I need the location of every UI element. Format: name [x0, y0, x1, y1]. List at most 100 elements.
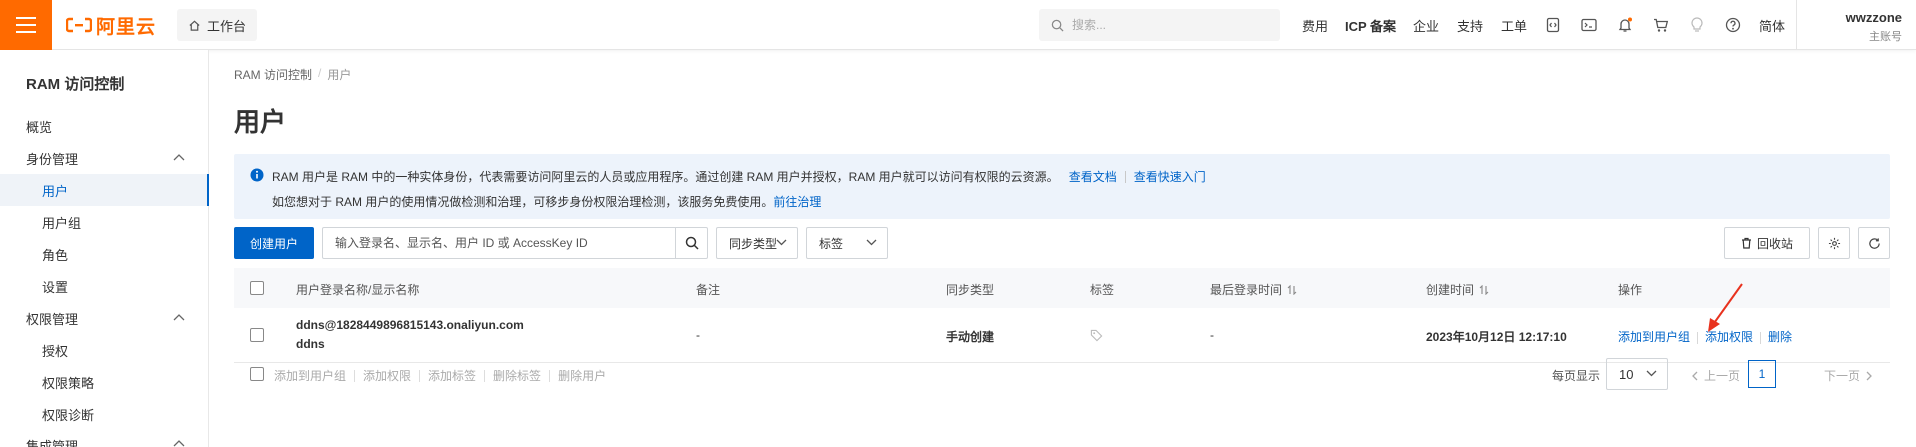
prev-page-button[interactable]: 上一页	[1692, 367, 1740, 384]
sidebar-item-user-groups[interactable]: 用户组	[0, 206, 209, 238]
user-search-input[interactable]	[323, 228, 663, 258]
col-header-label: 用户登录名称/显示名称	[296, 283, 420, 297]
sidebar-item-settings[interactable]: 设置	[0, 270, 209, 302]
bulk-add-to-group[interactable]: 添加到用户组	[274, 367, 346, 384]
breadcrumb-current: 用户	[327, 68, 352, 82]
aliyun-logo[interactable]: 阿里云	[66, 14, 157, 38]
search-icon	[685, 236, 699, 250]
cart-icon[interactable]	[1651, 15, 1671, 35]
breadcrumb-ram[interactable]: RAM 访问控制	[234, 66, 312, 83]
bulk-divider	[354, 369, 356, 382]
home-icon	[189, 20, 200, 31]
sidebar-item-policies[interactable]: 权限策略	[0, 366, 209, 398]
bulk-remove-tag[interactable]: 删除标签	[493, 367, 541, 384]
page-number-current[interactable]: 1	[1748, 360, 1776, 388]
settings-button[interactable]	[1818, 227, 1850, 259]
workbench-label: 工作台	[206, 18, 246, 34]
gear-icon	[1828, 237, 1840, 249]
notification-bell-icon[interactable]	[1615, 15, 1635, 35]
breadcrumb-separator: /	[318, 66, 322, 80]
sidebar-item-label: 用户	[42, 183, 69, 199]
code-icon[interactable]	[1543, 15, 1563, 35]
hamburger-menu-button[interactable]	[0, 0, 52, 50]
notice-text-1: RAM 用户是 RAM 中的一种实体身份，代表需要访问阿里云的人员或应用程序。通…	[272, 170, 1059, 184]
refresh-button[interactable]	[1858, 227, 1890, 259]
user-display-name: ddns	[296, 337, 325, 351]
help-icon[interactable]	[1723, 15, 1743, 35]
top-bar: 阿里云 工作台 费用 ICP 备案 企业 支持 工单 简体 wwzzone 主账…	[0, 0, 1916, 50]
delete-user-link[interactable]: 删除	[1768, 330, 1792, 344]
user-last-login: -	[1210, 328, 1214, 342]
sidebar-item-label: 用户组	[42, 215, 82, 231]
global-search-input[interactable]	[1072, 18, 1252, 32]
view-docs-link[interactable]: 查看文档	[1069, 168, 1117, 185]
next-page-button[interactable]: 下一页	[1824, 367, 1872, 384]
add-to-group-link[interactable]: 添加到用户组	[1618, 330, 1690, 344]
col-header-label: 操作	[1618, 283, 1643, 297]
menu-icon	[16, 17, 36, 33]
sidebar-item-label: 设置	[42, 279, 69, 295]
tag-icon[interactable]	[1090, 329, 1103, 342]
sidebar-item-roles[interactable]: 角色	[0, 238, 209, 270]
sync-type-select[interactable]: 同步类型	[716, 227, 798, 259]
col-login-name: 用户登录名称/显示名称	[296, 281, 419, 298]
chevron-right-icon	[1866, 371, 1872, 380]
sidebar-item-diagnostics[interactable]: 权限诊断	[0, 398, 209, 430]
nav-support[interactable]: 支持	[1457, 0, 1483, 50]
page-size-label: 每页显示	[1552, 369, 1601, 383]
link-divider	[1124, 170, 1126, 183]
sidebar-item-label: 授权	[42, 343, 69, 359]
user-sync-type: 手动创建	[946, 330, 995, 344]
nav-enterprise[interactable]: 企业	[1413, 0, 1439, 50]
create-user-button[interactable]: 创建用户	[234, 227, 314, 259]
bulk-actions: 添加到用户组 添加权限 添加标签 删除标签 删除用户	[274, 367, 606, 384]
sidebar-group-permissions[interactable]: 权限管理	[0, 302, 209, 334]
bulk-delete-users[interactable]: 删除用户	[558, 367, 606, 384]
bulk-add-permission[interactable]: 添加权限	[363, 367, 411, 384]
recycle-bin-button[interactable]: 回收站	[1724, 227, 1810, 259]
nav-icp[interactable]: ICP 备案	[1345, 0, 1396, 50]
language-switch[interactable]: 简体	[1759, 0, 1785, 50]
annotation-arrow-icon	[1708, 283, 1743, 332]
col-header-label: 备注	[696, 283, 721, 297]
next-page-label: 下一页	[1824, 369, 1861, 383]
sidebar-title: RAM 访问控制	[26, 76, 125, 93]
quick-start-link[interactable]: 查看快速入门	[1134, 168, 1206, 185]
chevron-up-icon	[173, 314, 185, 321]
user-created-time: 2023年10月12日 12:17:10	[1426, 330, 1567, 344]
sort-icon	[1287, 284, 1297, 295]
sidebar-group-identity[interactable]: 身份管理	[0, 142, 209, 174]
user-login-name-link[interactable]: ddns@1828449896815143.onaliyun.com	[296, 318, 524, 332]
col-last-login[interactable]: 最后登录时间	[1210, 281, 1297, 298]
col-created[interactable]: 创建时间	[1426, 281, 1489, 298]
nav-ticket[interactable]: 工单	[1501, 0, 1527, 50]
info-notice: RAM 用户是 RAM 中的一种实体身份，代表需要访问阿里云的人员或应用程序。通…	[234, 154, 1890, 219]
lightbulb-icon[interactable]	[1687, 15, 1707, 35]
row-checkbox[interactable]	[250, 328, 264, 342]
terminal-icon[interactable]	[1579, 15, 1599, 35]
bulk-divider	[484, 369, 486, 382]
nav-billing[interactable]: 费用	[1302, 0, 1328, 50]
sidebar-group-integration[interactable]: 集成管理	[0, 430, 209, 447]
global-search[interactable]	[1039, 9, 1280, 41]
governance-link[interactable]: 前往治理	[773, 193, 821, 210]
workbench-button[interactable]: 工作台	[177, 9, 257, 41]
account-menu[interactable]: wwzzone 主账号	[1796, 0, 1916, 50]
bulk-select-checkbox[interactable]	[250, 367, 264, 381]
col-header-label: 同步类型	[946, 283, 995, 297]
sidebar-item-users[interactable]: 用户	[0, 174, 209, 206]
sidebar-item-grants[interactable]: 授权	[0, 334, 209, 366]
user-search	[322, 227, 708, 259]
page-size-select[interactable]: 10	[1606, 358, 1668, 390]
chevron-down-icon	[866, 239, 877, 246]
logo-text: 阿里云	[96, 16, 157, 38]
tag-select[interactable]: 标签	[806, 227, 888, 259]
select-all-checkbox[interactable]	[250, 281, 264, 295]
col-actions: 操作	[1618, 281, 1642, 298]
sidebar-item-label: 权限管理	[26, 311, 79, 327]
bulk-add-tag[interactable]: 添加标签	[428, 367, 476, 384]
sidebar-item-overview[interactable]: 概览	[0, 110, 209, 142]
search-icon	[1051, 19, 1064, 32]
col-sync-type: 同步类型	[946, 281, 994, 298]
user-search-button[interactable]	[675, 228, 707, 258]
